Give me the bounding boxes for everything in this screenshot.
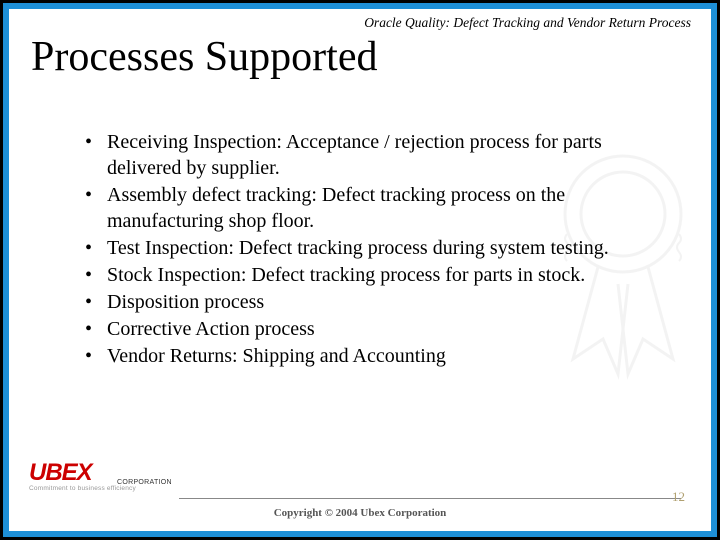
list-item: Corrective Action process: [79, 316, 671, 342]
header-subtitle: Oracle Quality: Defect Tracking and Vend…: [9, 15, 691, 31]
logo-corp-text: CORPORATION: [117, 479, 172, 486]
copyright-text: Copyright © 2004 Ubex Corporation: [29, 507, 691, 519]
page-number: 12: [672, 489, 685, 505]
list-item: Vendor Returns: Shipping and Accounting: [79, 343, 671, 369]
list-item: Test Inspection: Defect tracking process…: [79, 235, 671, 261]
page-title: Processes Supported: [31, 33, 377, 81]
footer-divider: [179, 498, 681, 499]
slide-content: Oracle Quality: Defect Tracking and Vend…: [9, 9, 711, 531]
ubex-logo: UBEX CORPORATION Commitment to business …: [29, 459, 169, 499]
logo-tagline: Commitment to business efficiency: [29, 485, 169, 492]
list-item: Receiving Inspection: Acceptance / rejec…: [79, 129, 671, 181]
bullet-list: Receiving Inspection: Acceptance / rejec…: [79, 129, 671, 370]
list-item: Assembly defect tracking: Defect trackin…: [79, 182, 671, 234]
list-item: Stock Inspection: Defect tracking proces…: [79, 262, 671, 288]
footer: UBEX CORPORATION Commitment to business …: [29, 461, 691, 521]
list-item: Disposition process: [79, 289, 671, 315]
